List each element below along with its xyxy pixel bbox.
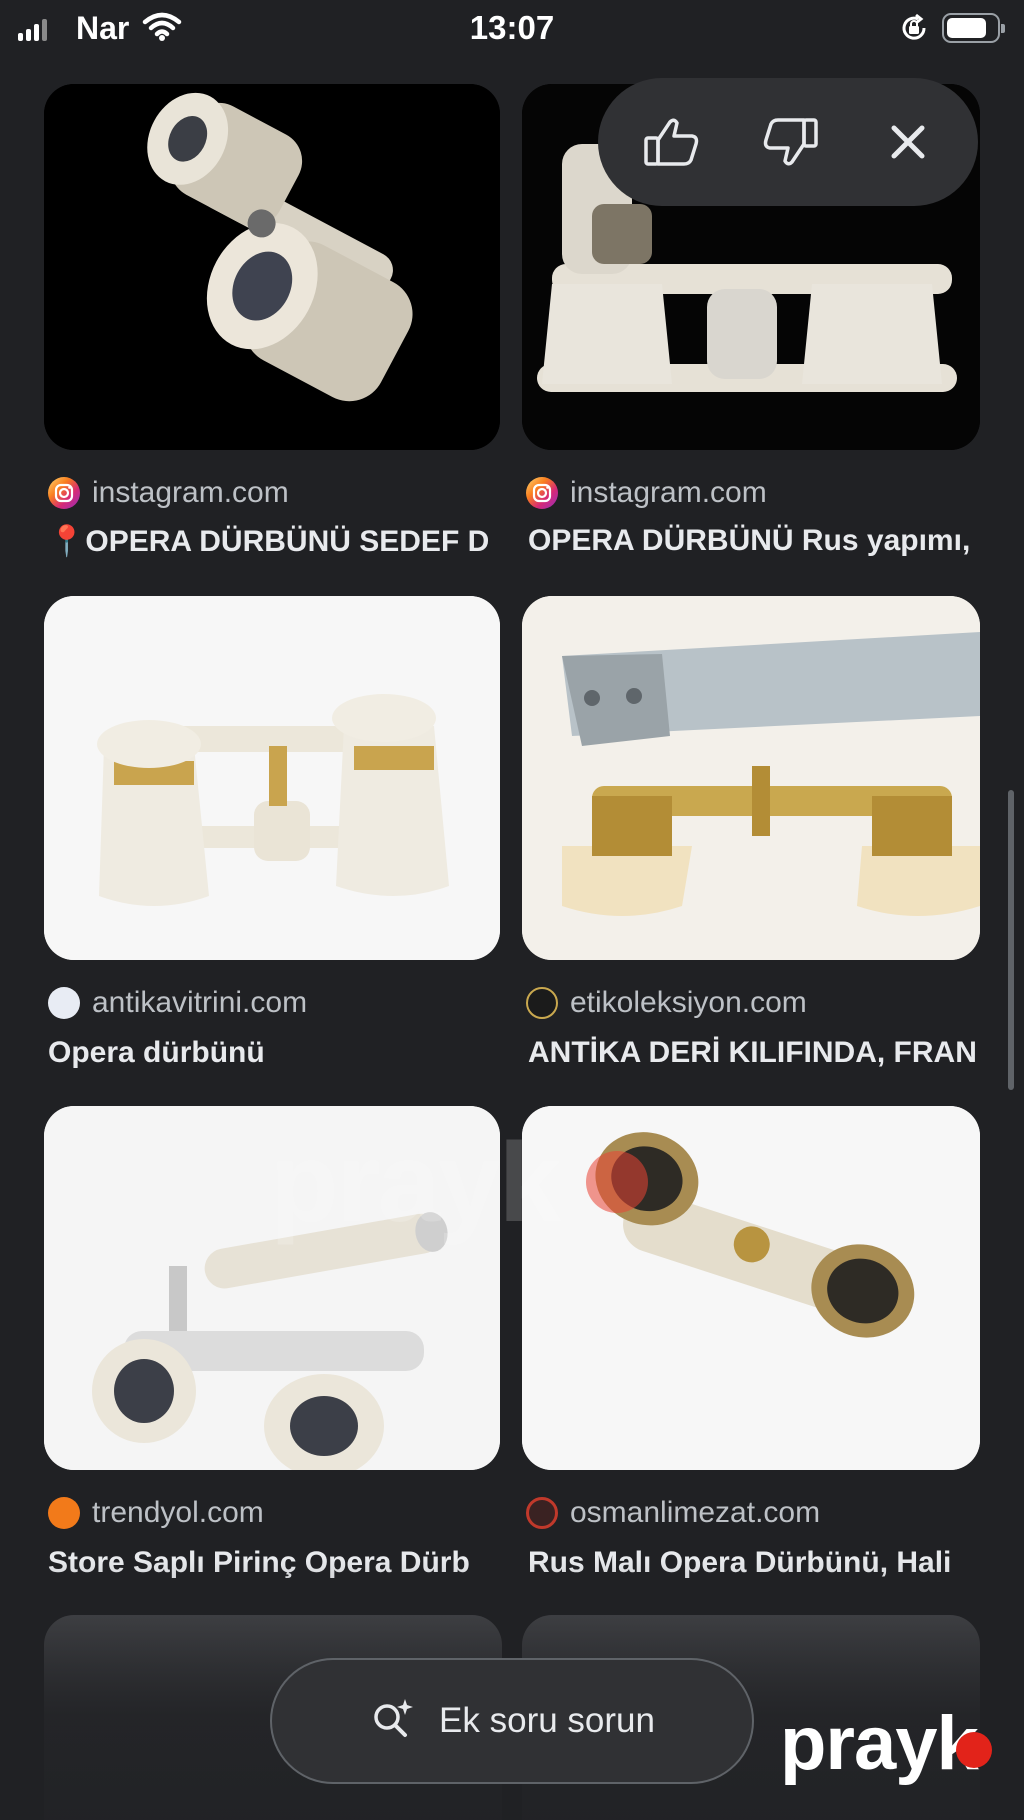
result-image[interactable]: [44, 84, 500, 450]
result-image[interactable]: [44, 596, 500, 960]
source-domain: osmanlimezat.com: [570, 1496, 821, 1529]
rotation-lock-icon: [898, 12, 930, 49]
result-image[interactable]: [522, 596, 980, 960]
ask-button-label: Ek soru sorun: [439, 1701, 655, 1740]
feedback-popup: [598, 78, 978, 206]
instagram-icon: [526, 477, 558, 509]
search-sparkle-icon: [369, 1695, 417, 1748]
watermark-dot: [586, 1151, 648, 1213]
result-title[interactable]: 📍OPERA DÜRBÜNÜ SEDEF D: [48, 524, 502, 559]
watermark-logo-dot: [956, 1732, 992, 1768]
source-domain: etikoleksiyon.com: [570, 986, 807, 1019]
result-source[interactable]: etikoleksiyon.com: [526, 986, 807, 1020]
source-domain: instagram.com: [570, 476, 767, 509]
result-source[interactable]: instagram.com: [48, 476, 289, 510]
osmanlimezat-icon: [526, 1497, 558, 1529]
source-domain: trendyol.com: [92, 1496, 264, 1529]
trendyol-icon: [48, 1497, 80, 1529]
result-source[interactable]: antikavitrini.com: [48, 986, 307, 1020]
thumb-down-icon[interactable]: [758, 110, 822, 174]
source-domain: antikavitrini.com: [92, 986, 308, 1019]
antikavitrini-icon: [48, 987, 80, 1019]
status-bar: Nar 13:07: [0, 0, 1024, 58]
source-domain: instagram.com: [92, 476, 289, 509]
result-title[interactable]: OPERA DÜRBÜNÜ Rus yapımı,: [528, 524, 980, 558]
thumb-up-icon[interactable]: [640, 110, 704, 174]
watermark: prayk: [270, 1120, 561, 1245]
result-source[interactable]: osmanlimezat.com: [526, 1496, 820, 1530]
watermark-logo: prayk: [780, 1701, 979, 1786]
battery-icon: [942, 13, 1005, 43]
result-title[interactable]: ANTİKA DERİ KILIFINDA, FRAN: [528, 1036, 980, 1070]
result-title[interactable]: Opera dürbünü: [48, 1036, 502, 1070]
clock: 13:07: [469, 9, 555, 46]
scrollbar[interactable]: [1008, 790, 1014, 1090]
instagram-icon: [48, 477, 80, 509]
result-image[interactable]: [522, 1106, 980, 1470]
close-icon[interactable]: [876, 110, 940, 174]
ask-follow-up-button[interactable]: Ek soru sorun: [270, 1658, 754, 1784]
etikoleksiyon-icon: [526, 987, 558, 1019]
result-source[interactable]: instagram.com: [526, 476, 767, 510]
result-source[interactable]: trendyol.com: [48, 1496, 264, 1530]
